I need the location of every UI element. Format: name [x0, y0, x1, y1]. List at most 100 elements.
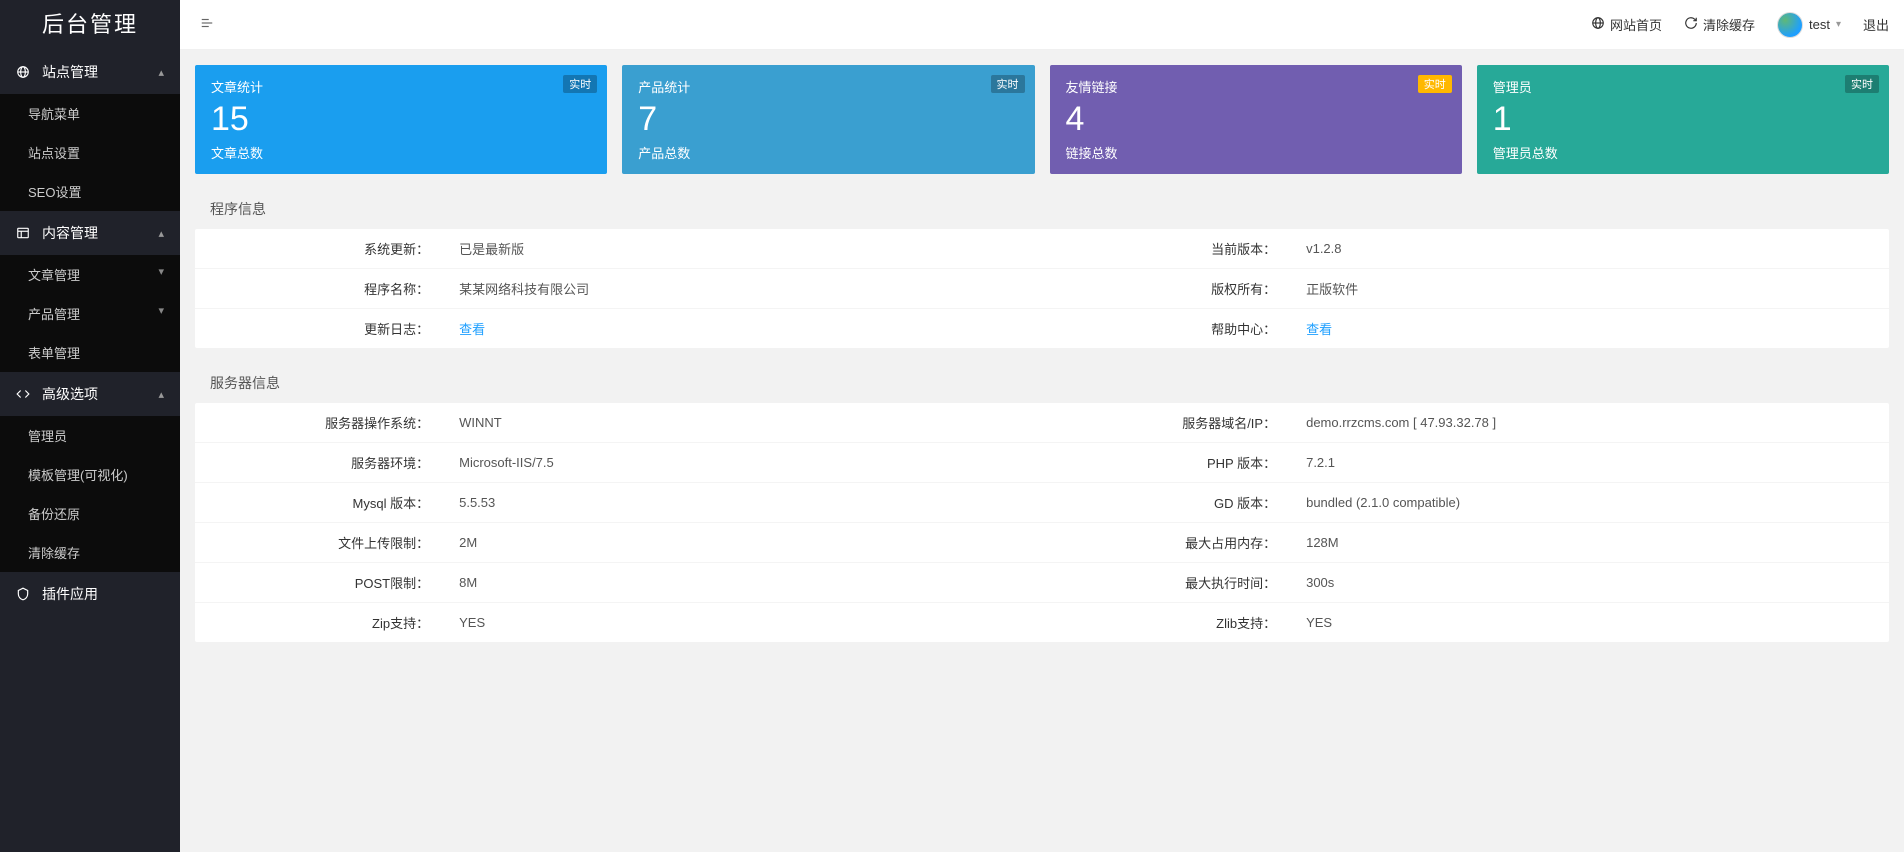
table-row: 程序名称：某某网络科技有限公司版权所有：正版软件	[195, 269, 1889, 309]
sidebar-section[interactable]: 站点管理▴	[0, 50, 180, 94]
info-label: 服务器操作系统：	[195, 403, 444, 443]
section-label: 高级选项	[42, 384, 158, 404]
program-info-panel: 程序信息 系统更新：已是最新版当前版本：v1.2.8程序名称：某某网络科技有限公…	[195, 189, 1889, 348]
info-label: 版权所有：	[1042, 269, 1291, 309]
badge-realtime: 实时	[563, 75, 597, 93]
link-view[interactable]: 查看	[1306, 322, 1332, 337]
stat-card[interactable]: 实时管理员1管理员总数	[1477, 65, 1889, 174]
table-row: 服务器环境：Microsoft-IIS/7.5PHP 版本：7.2.1	[195, 443, 1889, 483]
stat-sub: 链接总数	[1066, 143, 1446, 162]
stat-sub: 管理员总数	[1493, 143, 1873, 162]
info-value: 某某网络科技有限公司	[444, 269, 1042, 309]
sidebar-item[interactable]: 管理员	[0, 416, 180, 455]
sidebar-item[interactable]: 站点设置	[0, 133, 180, 172]
logout-link[interactable]: 退出	[1863, 15, 1889, 34]
app-logo: 后台管理	[0, 0, 180, 50]
info-value: v1.2.8	[1291, 229, 1889, 269]
table-row: Mysql 版本：5.5.53GD 版本：bundled (2.1.0 comp…	[195, 483, 1889, 523]
info-label: 服务器域名/IP：	[1042, 403, 1291, 443]
menu-toggle-icon[interactable]	[195, 11, 219, 38]
sidebar-item[interactable]: 文章管理	[0, 255, 180, 294]
clear-cache-label: 清除缓存	[1703, 15, 1755, 34]
info-value: 7.2.1	[1291, 443, 1889, 483]
user-name-label: test	[1809, 17, 1830, 32]
stat-value: 15	[211, 100, 591, 139]
stat-card[interactable]: 实时友情链接4链接总数	[1050, 65, 1462, 174]
info-label: PHP 版本：	[1042, 443, 1291, 483]
header: 网站首页 清除缓存 test ▾ 退出	[180, 0, 1904, 50]
info-label: 服务器环境：	[195, 443, 444, 483]
table-row: 更新日志：查看帮助中心：查看	[195, 309, 1889, 349]
content: 实时文章统计15文章总数实时产品统计7产品总数实时友情链接4链接总数实时管理员1…	[180, 50, 1904, 672]
chevron-up-icon: ▴	[158, 227, 164, 240]
avatar	[1777, 12, 1803, 38]
info-value: 5.5.53	[444, 483, 1042, 523]
logout-label: 退出	[1863, 15, 1889, 34]
section-icon	[16, 387, 32, 401]
stat-title: 友情链接	[1066, 77, 1446, 96]
stat-sub: 产品总数	[638, 143, 1018, 162]
sidebar-item[interactable]: 备份还原	[0, 494, 180, 533]
sidebar-item[interactable]: 表单管理	[0, 333, 180, 372]
stat-card[interactable]: 实时产品统计7产品总数	[622, 65, 1034, 174]
section-label: 站点管理	[42, 62, 158, 82]
info-label: 最大执行时间：	[1042, 563, 1291, 603]
info-label: 程序名称：	[195, 269, 444, 309]
table-row: Zip支持：YESZlib支持：YES	[195, 603, 1889, 643]
info-value: 查看	[1291, 309, 1889, 349]
sidebar-section[interactable]: 高级选项▴	[0, 372, 180, 416]
info-label: POST限制：	[195, 563, 444, 603]
main-area: 网站首页 清除缓存 test ▾ 退出 实时文章统计15文章总数实时产品统计7产…	[180, 0, 1904, 852]
info-value: 128M	[1291, 523, 1889, 563]
link-view[interactable]: 查看	[459, 322, 485, 337]
stat-title: 产品统计	[638, 77, 1018, 96]
user-menu[interactable]: test ▾	[1777, 12, 1841, 38]
server-info-panel: 服务器信息 服务器操作系统：WINNT服务器域名/IP：demo.rrzcms.…	[195, 363, 1889, 642]
section-label: 插件应用	[42, 584, 164, 604]
clear-cache-link[interactable]: 清除缓存	[1684, 15, 1755, 34]
info-value: Microsoft-IIS/7.5	[444, 443, 1042, 483]
info-label: 更新日志：	[195, 309, 444, 349]
info-label: Zip支持：	[195, 603, 444, 643]
table-row: 系统更新：已是最新版当前版本：v1.2.8	[195, 229, 1889, 269]
info-label: 文件上传限制：	[195, 523, 444, 563]
chevron-up-icon: ▴	[158, 66, 164, 79]
program-info-table: 系统更新：已是最新版当前版本：v1.2.8程序名称：某某网络科技有限公司版权所有…	[195, 229, 1889, 348]
sidebar: 后台管理 站点管理▴导航菜单站点设置SEO设置内容管理▴文章管理产品管理表单管理…	[0, 0, 180, 852]
sidebar-item[interactable]: SEO设置	[0, 172, 180, 211]
info-value: WINNT	[444, 403, 1042, 443]
badge-realtime: 实时	[1418, 75, 1452, 93]
home-link[interactable]: 网站首页	[1591, 15, 1662, 34]
info-label: 帮助中心：	[1042, 309, 1291, 349]
info-value: YES	[1291, 603, 1889, 643]
server-info-table: 服务器操作系统：WINNT服务器域名/IP：demo.rrzcms.com [ …	[195, 403, 1889, 642]
info-label: Mysql 版本：	[195, 483, 444, 523]
sidebar-item[interactable]: 模板管理(可视化)	[0, 455, 180, 494]
badge-realtime: 实时	[1845, 75, 1879, 93]
info-label: 系统更新：	[195, 229, 444, 269]
table-row: 服务器操作系统：WINNT服务器域名/IP：demo.rrzcms.com [ …	[195, 403, 1889, 443]
section-label: 内容管理	[42, 223, 158, 243]
badge-realtime: 实时	[991, 75, 1025, 93]
info-value: 300s	[1291, 563, 1889, 603]
table-row: 文件上传限制：2M最大占用内存：128M	[195, 523, 1889, 563]
sidebar-section[interactable]: 内容管理▴	[0, 211, 180, 255]
program-info-title: 程序信息	[195, 189, 1889, 229]
home-link-label: 网站首页	[1610, 15, 1662, 34]
info-value: 2M	[444, 523, 1042, 563]
chevron-up-icon: ▴	[158, 388, 164, 401]
info-value: YES	[444, 603, 1042, 643]
section-icon	[16, 65, 32, 79]
chevron-down-icon: ▾	[1836, 19, 1841, 30]
info-label: GD 版本：	[1042, 483, 1291, 523]
sidebar-item[interactable]: 导航菜单	[0, 94, 180, 133]
stat-title: 管理员	[1493, 77, 1873, 96]
sidebar-menu: 站点管理▴导航菜单站点设置SEO设置内容管理▴文章管理产品管理表单管理高级选项▴…	[0, 50, 180, 616]
info-value: 查看	[444, 309, 1042, 349]
sidebar-section[interactable]: 插件应用	[0, 572, 180, 616]
sidebar-item[interactable]: 产品管理	[0, 294, 180, 333]
sidebar-item[interactable]: 清除缓存	[0, 533, 180, 572]
stat-card[interactable]: 实时文章统计15文章总数	[195, 65, 607, 174]
info-value: bundled (2.1.0 compatible)	[1291, 483, 1889, 523]
info-value: demo.rrzcms.com [ 47.93.32.78 ]	[1291, 403, 1889, 443]
